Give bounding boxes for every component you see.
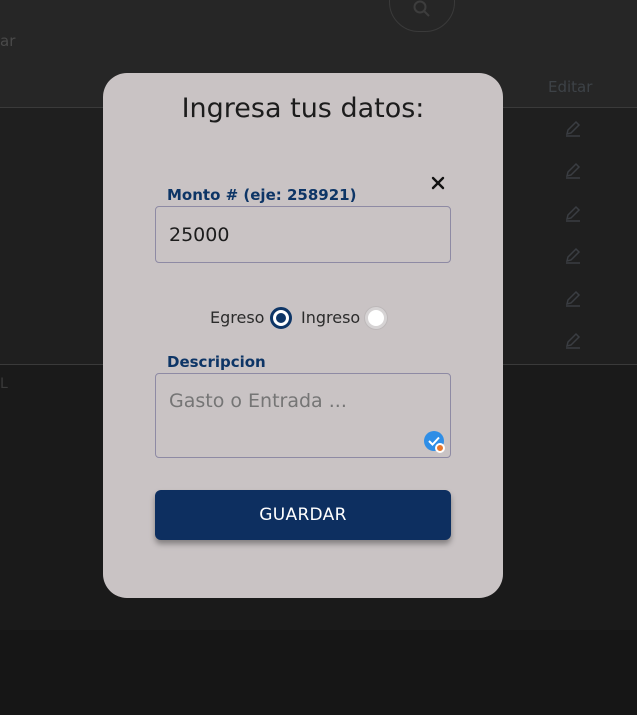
ingreso-radio[interactable] <box>365 307 387 329</box>
amount-label: Monto # (eje: 258921) <box>167 186 357 204</box>
header-text-fragment: ar <box>0 32 16 50</box>
amount-input[interactable] <box>155 206 451 263</box>
transaction-type-group: Egreso Ingreso <box>103 306 503 330</box>
lower-text-fragment: L <box>0 376 8 392</box>
description-textarea[interactable] <box>155 373 451 458</box>
edit-icon[interactable] <box>563 288 583 308</box>
data-entry-modal: Ingresa tus datos: Monto # (eje: 258921)… <box>103 73 503 598</box>
edit-icon[interactable] <box>563 160 583 180</box>
edit-icon[interactable] <box>563 245 583 265</box>
description-label: Descripcion <box>167 353 266 371</box>
footer <box>0 630 637 715</box>
edit-icon[interactable] <box>563 330 583 350</box>
egreso-label: Egreso <box>210 308 265 327</box>
ingreso-label: Ingreso <box>301 308 361 327</box>
edit-icon[interactable] <box>563 203 583 223</box>
edit-icon[interactable] <box>563 118 583 138</box>
notification-dot <box>435 443 445 453</box>
edit-column-header: Editar <box>548 78 593 96</box>
egreso-radio[interactable] <box>270 307 292 329</box>
save-button[interactable]: GUARDAR <box>155 490 451 540</box>
modal-title: Ingresa tus datos: <box>181 93 425 124</box>
close-icon <box>431 176 445 190</box>
close-button[interactable] <box>429 174 447 192</box>
search-icon <box>413 0 430 17</box>
